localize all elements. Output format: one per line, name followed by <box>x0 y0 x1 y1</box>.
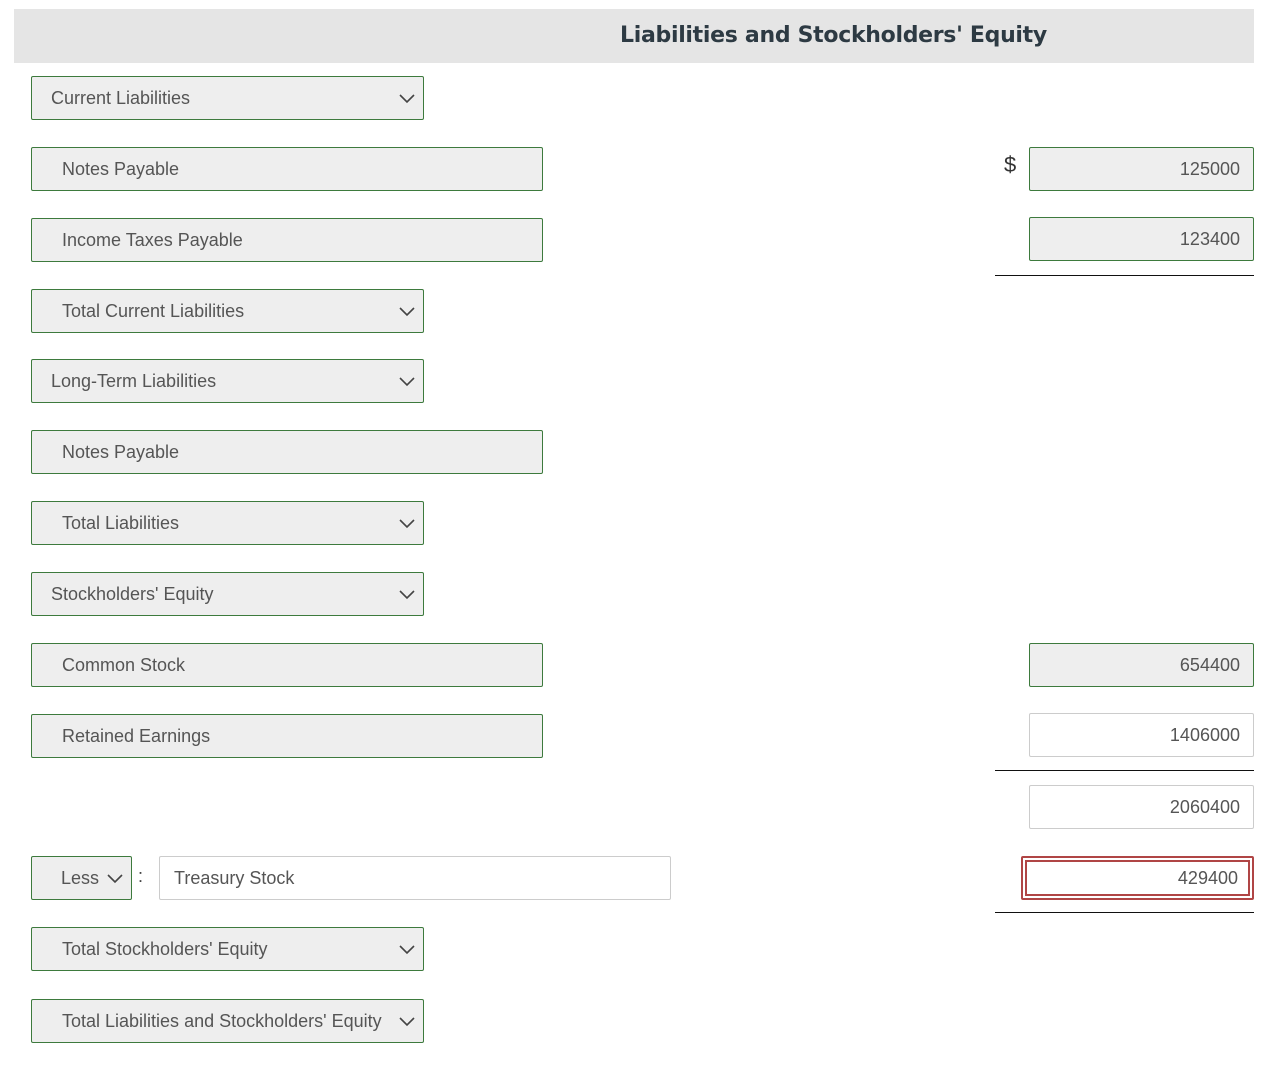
currency-symbol: $ <box>1004 152 1017 177</box>
field-label: Income Taxes Payable <box>62 229 243 250</box>
notes-payable-current-amount[interactable]: 125000 <box>1029 147 1254 191</box>
total-current-liabilities-select[interactable]: Total Current Liabilities <box>31 289 424 333</box>
field-label: Notes Payable <box>62 441 180 462</box>
amount-value: 654400 <box>1179 654 1240 675</box>
amount-value: 1406000 <box>1169 724 1240 745</box>
section-header: Liabilities and Stockholders' Equity <box>14 9 1254 63</box>
notes-payable-current-field[interactable]: Notes Payable <box>31 147 543 191</box>
common-stock-field[interactable]: Common Stock <box>31 643 543 687</box>
stockholders-equity-select[interactable]: Stockholders' Equity <box>31 572 424 616</box>
total-liabilities-and-equity-select[interactable]: Total Liabilities and Stockholders' Equi… <box>31 999 424 1043</box>
field-label: Retained Earnings <box>62 725 211 746</box>
select-label: Less <box>61 867 100 888</box>
chevron-down-icon <box>399 94 415 104</box>
amount-value: 125000 <box>1179 158 1240 179</box>
separator-colon: : <box>138 866 144 886</box>
amount-value: 429400 <box>1177 867 1238 888</box>
select-label: Current Liabilities <box>51 87 191 108</box>
chevron-down-icon <box>399 519 415 529</box>
select-label: Total Liabilities <box>62 512 180 533</box>
select-label: Total Liabilities and Stockholders' Equi… <box>62 1010 382 1031</box>
common-stock-amount[interactable]: 654400 <box>1029 643 1254 687</box>
retained-earnings-field[interactable]: Retained Earnings <box>31 714 543 758</box>
select-label: Stockholders' Equity <box>51 583 214 604</box>
total-liabilities-select[interactable]: Total Liabilities <box>31 501 424 545</box>
treasury-stock-amount[interactable]: 429400 <box>1021 856 1254 900</box>
chevron-down-icon <box>399 377 415 387</box>
select-label: Long-Term Liabilities <box>51 370 217 391</box>
notes-payable-long-term-field[interactable]: Notes Payable <box>31 430 543 474</box>
amount-value: 123400 <box>1179 228 1240 249</box>
chevron-down-icon <box>399 1017 415 1027</box>
total-stockholders-equity-select[interactable]: Total Stockholders' Equity <box>31 927 424 971</box>
income-taxes-payable-amount[interactable]: 123400 <box>1029 217 1254 261</box>
chevron-down-icon <box>399 307 415 317</box>
long-term-liabilities-select[interactable]: Long-Term Liabilities <box>31 359 424 403</box>
income-taxes-payable-field[interactable]: Income Taxes Payable <box>31 218 543 262</box>
less-operator-select[interactable]: Less <box>31 856 132 900</box>
treasury-stock-field[interactable]: Treasury Stock <box>159 856 671 900</box>
total-rule <box>995 912 1254 913</box>
field-label: Common Stock <box>62 654 186 675</box>
retained-earnings-amount[interactable]: 1406000 <box>1029 713 1254 757</box>
select-label: Total Current Liabilities <box>62 300 245 321</box>
amount-value: 2060400 <box>1169 796 1240 817</box>
chevron-down-icon <box>107 874 123 884</box>
current-liabilities-select[interactable]: Current Liabilities <box>31 76 424 120</box>
subtotal-rule <box>995 275 1254 276</box>
section-title: Liabilities and Stockholders' Equity <box>620 23 1047 48</box>
field-label: Treasury Stock <box>174 867 295 888</box>
field-label: Notes Payable <box>62 158 180 179</box>
chevron-down-icon <box>399 945 415 955</box>
select-label: Total Stockholders' Equity <box>62 938 268 959</box>
subtotal-rule <box>995 770 1254 771</box>
equity-subtotal-amount[interactable]: 2060400 <box>1029 785 1254 829</box>
chevron-down-icon <box>399 590 415 600</box>
